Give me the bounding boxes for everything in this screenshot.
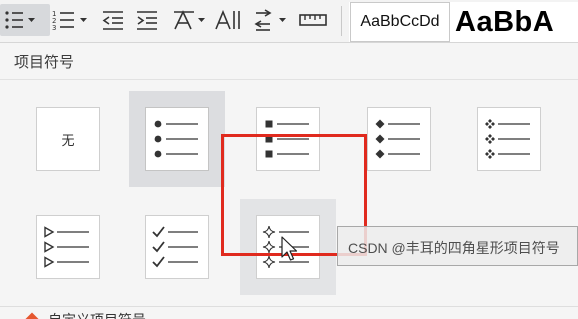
bullet-option-none[interactable]: 无	[20, 91, 116, 187]
line-spacing-button[interactable]	[253, 4, 291, 36]
style-heading-1-label: AaBbA	[455, 5, 555, 38]
increase-indent-button[interactable]	[135, 4, 159, 36]
line-spacing-icon	[254, 9, 286, 31]
arrowhead-bullet-icon	[44, 226, 89, 268]
section-title: 项目符号	[14, 54, 75, 71]
numbered-list-button[interactable]: 1 2 3	[52, 4, 92, 36]
diamond-cluster-bullet-icon	[485, 119, 530, 159]
paragraph-toolbar: 1 2 3 AaBbCcDd AaBbA	[0, 0, 578, 42]
none-label: 无	[61, 132, 75, 148]
bullet-option-arrowhead[interactable]	[20, 199, 116, 295]
bullet-option-filled-circle[interactable]	[129, 91, 225, 187]
style-gallery: AaBbCcDd AaBbA	[349, 2, 578, 42]
tooltip-text: CSDN @丰耳的四角星形项目符号	[348, 240, 560, 256]
toolbar-separator	[341, 6, 342, 36]
divider	[0, 79, 578, 80]
checkmark-bullet-icon	[152, 226, 198, 268]
numbered-list-icon: 1 2 3	[52, 10, 87, 31]
ruler-button[interactable]	[299, 4, 327, 36]
outdent-icon	[102, 11, 123, 30]
custom-bullet-label: 自定义项目符号	[48, 310, 146, 319]
bullet-list-button[interactable]	[0, 4, 50, 36]
style-normal[interactable]: AaBbCcDd	[350, 2, 450, 42]
text-direction-icon	[215, 9, 240, 30]
mouse-cursor-icon	[281, 236, 298, 261]
sort-icon	[174, 10, 205, 30]
indent-icon	[137, 11, 157, 30]
svg-text:3: 3	[52, 24, 56, 31]
style-heading-1[interactable]: AaBbA	[455, 2, 554, 42]
custom-bullet-row[interactable]: 自定义项目符号	[0, 306, 578, 319]
bullet-tooltip: CSDN @丰耳的四角星形项目符号	[337, 226, 578, 266]
bullet-option-diamond-cluster[interactable]	[461, 91, 557, 187]
filled-diamond-bullet-icon	[375, 119, 420, 159]
custom-bullet-icon	[23, 312, 41, 319]
chinese-layout-button[interactable]	[172, 4, 208, 36]
text-direction-button[interactable]	[214, 4, 244, 36]
ruler-icon	[299, 14, 327, 26]
style-normal-label: AaBbCcDd	[360, 13, 440, 30]
decrease-indent-button[interactable]	[101, 4, 125, 36]
bullet-list-icon	[5, 11, 35, 29]
filled-circle-bullet-icon	[154, 120, 198, 158]
bullet-option-checkmark[interactable]	[129, 199, 225, 295]
